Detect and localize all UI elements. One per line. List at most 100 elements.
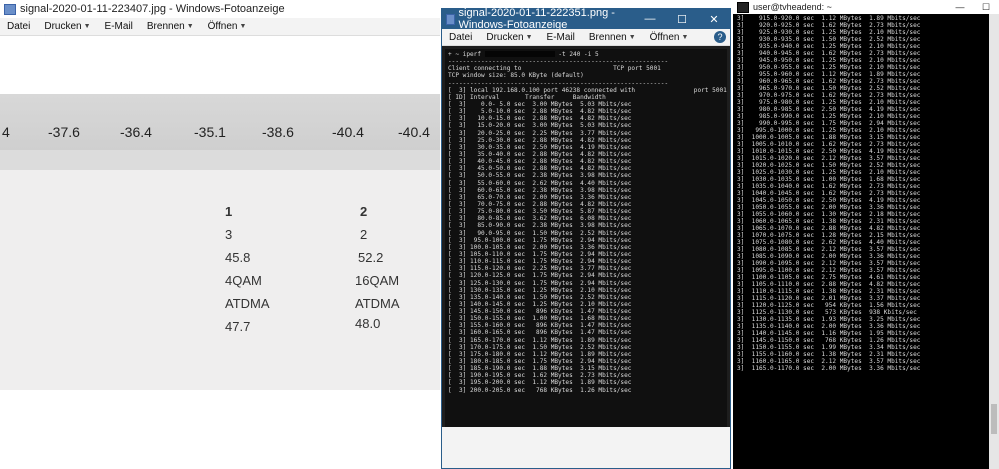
terminal-row: 3] 1120.0-1125.0 sec 954 KBytes 1.56 Mbi… (737, 302, 921, 309)
terminal-row: 3] 955.0-960.0 sec 1.12 MBytes 1.89 Mbit… (737, 71, 921, 78)
terminal-row: 3] 915.0-920.0 sec 1.12 MBytes 1.89 Mbit… (737, 15, 921, 22)
menu-drucken[interactable]: Drucken ▼ (479, 32, 539, 43)
prompt-line: + ~ iperf -t 240 -i 5 (448, 51, 599, 58)
terminal-row: [ 3] 180.0-185.0 sec 1.75 MBytes 2.94 Mb… (448, 358, 632, 366)
terminal-row: [ 3] 135.0-140.0 sec 1.50 MBytes 2.52 Mb… (448, 293, 632, 301)
photo-viewer-icon (4, 3, 16, 15)
terminal-row: 3] 1160.0-1165.0 sec 2.12 MBytes 3.57 Mb… (737, 358, 921, 365)
chevron-down-icon: ▼ (239, 23, 247, 30)
terminal-row: 3] 920.0-925.0 sec 1.62 MBytes 2.73 Mbit… (737, 22, 921, 29)
terminal-row: [ 3] 105.0-110.0 sec 1.75 MBytes 2.94 Mb… (448, 250, 632, 258)
terminal-row: [ 3] 175.0-180.0 sec 1.12 MBytes 1.89 Mb… (448, 350, 632, 358)
terminal-row: 3] 940.0-945.0 sec 1.62 MBytes 2.73 Mbit… (737, 50, 921, 57)
terminal-row: [ 3] 70.0-75.0 sec 2.88 MBytes 4.82 Mbit… (448, 200, 632, 208)
terminal-row: [ 3] 185.0-190.0 sec 1.88 MBytes 3.15 Mb… (448, 365, 632, 373)
terminal-row: 3] 1050.0-1055.0 sec 2.00 MBytes 3.36 Mb… (737, 204, 921, 211)
terminal-row: 3] 1135.0-1140.0 sec 2.00 MBytes 3.36 Mb… (737, 323, 921, 330)
terminal-row: 3] 1080.0-1085.0 sec 2.12 MBytes 3.57 Mb… (737, 246, 921, 253)
terminal-row: 3] 1045.0-1050.0 sec 2.50 MBytes 4.19 Mb… (737, 197, 921, 204)
terminal-row: 3] 1065.0-1070.0 sec 2.88 MBytes 4.82 Mb… (737, 225, 921, 232)
terminal-row: [ 3] 40.0-45.0 sec 2.88 MBytes 4.82 Mbit… (448, 158, 632, 166)
terminal-row: [ 3] 115.0-120.0 sec 2.25 MBytes 3.77 Mb… (448, 265, 632, 273)
terminal-row: [ 3] 165.0-170.0 sec 1.12 MBytes 1.89 Mb… (448, 336, 632, 344)
terminal-row: [ 3] 10.0-15.0 sec 2.88 MBytes 4.82 Mbit… (448, 115, 632, 123)
table-cell: 4QAM (225, 273, 262, 288)
terminal-window-right: user@tvheadend: ~ — ☐ 3] 915.0-920.0 sec… (733, 0, 999, 469)
terminal-row: [ 3] 35.0-40.0 sec 2.88 MBytes 4.82 Mbit… (448, 150, 632, 158)
terminal-row: [ 3] 15.0-20.0 sec 3.00 MBytes 5.03 Mbit… (448, 122, 632, 130)
terminal-header-line: [ ID] Interval Transfer Bandwidth (448, 93, 606, 101)
terminal-row: 3] 945.0-950.0 sec 1.25 MBytes 2.10 Mbit… (737, 57, 921, 64)
terminal-row: [ 3] 50.0-55.0 sec 2.38 MBytes 3.98 Mbit… (448, 172, 632, 180)
terminal-row: 3] 1110.0-1115.0 sec 1.38 MBytes 2.31 Mb… (737, 288, 921, 295)
terminal-row: 3] 960.0-965.0 sec 1.62 MBytes 2.73 Mbit… (737, 78, 921, 85)
photo-value: -38.6 (262, 124, 294, 140)
chevron-down-icon: ▼ (681, 33, 689, 41)
scrollbar[interactable] (989, 14, 999, 469)
terminal-row: [ 3] 75.0-80.0 sec 3.50 MBytes 5.87 Mbit… (448, 208, 632, 216)
terminal-row: 3] 1155.0-1160.0 sec 1.38 MBytes 2.31 Mb… (737, 351, 921, 358)
terminal-row: [ 3] 85.0-90.0 sec 2.38 MBytes 3.98 Mbit… (448, 222, 632, 230)
terminal-row: 3] 1140.0-1145.0 sec 1.16 MBytes 1.95 Mb… (737, 330, 921, 337)
terminal-header-line: Client connecting to TCP port 5001 (448, 65, 661, 73)
terminal-row: 3] 975.0-980.0 sec 1.25 MBytes 2.10 Mbit… (737, 99, 921, 106)
photo-viewer-icon (446, 13, 455, 25)
menu-datei[interactable]: Datei (0, 21, 37, 32)
terminal-row: 3] 1165.0-1170.0 sec 2.00 MBytes 3.36 Mb… (737, 365, 921, 372)
terminal-row: [ 3] 120.0-125.0 sec 1.75 MBytes 2.94 Mb… (448, 272, 632, 280)
terminal-row: [ 3] 100.0-105.0 sec 2.00 MBytes 3.36 Mb… (448, 243, 632, 251)
menu-bar: Datei Drucken ▼ E-Mail Brennen ▼ Öffnen ▼ (0, 18, 440, 36)
terminal-output: + ~ iperf -t 240 -i 5 ------------------… (445, 49, 727, 429)
table-header-1: 1 (225, 204, 233, 219)
terminal-row: 3] 1125.0-1130.0 sec 573 KBytes 938 Kbit… (737, 309, 917, 316)
title-bar: signal-2020-01-11-222351.png - Windows-F… (442, 7, 730, 31)
menu-datei[interactable]: Datei (442, 32, 479, 43)
terminal-row: [ 3] 145.0-150.0 sec 896 KBytes 1.47 Mbi… (448, 308, 632, 316)
menu-brennen[interactable]: Brennen ▼ (582, 32, 643, 43)
terminal-row: [ 3] 0.0- 5.0 sec 3.00 MBytes 5.03 Mbits… (448, 100, 632, 108)
terminal-row: 3] 1070.0-1075.0 sec 1.28 MBytes 2.15 Mb… (737, 232, 921, 239)
maximize-icon[interactable]: ☐ (666, 13, 698, 26)
minimize-icon[interactable]: — (947, 2, 973, 13)
minimize-icon[interactable]: — (634, 13, 666, 26)
terminal-row: 3] 1020.0-1025.0 sec 1.50 MBytes 2.52 Mb… (737, 162, 921, 169)
menu-oeffnen[interactable]: Öffnen ▼ (643, 32, 696, 43)
menu-bar: Datei Drucken ▼ E-Mail Brennen ▼ Öffnen ▼ ? (442, 29, 730, 46)
terminal-row: 3] 990.0-995.0 sec 1.75 MBytes 2.94 Mbit… (737, 120, 921, 127)
photo-viewer-window-middle: signal-2020-01-11-222351.png - Windows-F… (441, 7, 731, 469)
window-title: signal-2020-01-11-222351.png - Windows-F… (458, 7, 615, 31)
menu-drucken[interactable]: Drucken ▼ (37, 21, 97, 32)
terminal-row: [ 3] 60.0-65.0 sec 2.38 MBytes 3.98 Mbit… (448, 186, 632, 194)
terminal-output: 3] 915.0-920.0 sec 1.12 MBytes 1.89 Mbit… (737, 15, 987, 469)
scrollbar-thumb[interactable] (991, 404, 997, 434)
terminal-row: [ 3] 95.0-100.0 sec 1.75 MBytes 2.94 Mbi… (448, 236, 632, 244)
table-cell: 48.0 (355, 316, 381, 331)
terminal-row: [ 3] 195.0-200.0 sec 1.12 MBytes 1.89 Mb… (448, 379, 632, 387)
terminal-row: 3] 1095.0-1100.0 sec 2.12 MBytes 3.57 Mb… (737, 267, 921, 274)
terminal-row: 3] 1005.0-1010.0 sec 1.62 MBytes 2.73 Mb… (737, 141, 921, 148)
close-icon[interactable]: ✕ (698, 13, 730, 26)
terminal-row: 3] 1025.0-1030.0 sec 1.25 MBytes 2.10 Mb… (737, 169, 921, 176)
terminal-row: [ 3] 155.0-160.0 sec 896 KBytes 1.47 Mbi… (448, 322, 632, 330)
maximize-icon[interactable]: ☐ (973, 2, 999, 13)
terminal-row: [ 3] 110.0-115.0 sec 1.75 MBytes 2.94 Mb… (448, 258, 632, 266)
terminal-header-line: TCP window size: 85.0 KByte (default) (448, 72, 584, 80)
bottom-toolbar (442, 427, 730, 468)
menu-brennen[interactable]: Brennen ▼ (140, 21, 201, 32)
terminal-row: [ 3] 30.0-35.0 sec 2.50 MBytes 4.19 Mbit… (448, 143, 632, 151)
terminal-row: [ 3] 200.0-205.0 sec 768 KBytes 1.26 Mbi… (448, 386, 632, 394)
menu-oeffnen[interactable]: Öffnen ▼ (201, 21, 254, 32)
terminal-row: 3] 950.0-955.0 sec 1.25 MBytes 2.10 Mbit… (737, 64, 921, 71)
photo-value: 4 (2, 124, 10, 140)
terminal-row: 3] 1015.0-1020.0 sec 2.12 MBytes 3.57 Mb… (737, 155, 921, 162)
photo-image: 4 -37.6 -36.4 -35.1 -38.6 -40.4 -40.4 1 … (0, 94, 440, 390)
menu-email[interactable]: E-Mail (540, 32, 582, 43)
terminal-row: 3] 1040.0-1045.0 sec 1.62 MBytes 2.73 Mb… (737, 190, 921, 197)
table-cell: 47.7 (225, 319, 251, 334)
terminal-row: [ 3] 5.0-10.0 sec 2.88 MBytes 4.82 Mbits… (448, 108, 632, 116)
help-icon[interactable]: ? (714, 31, 726, 43)
menu-email[interactable]: E-Mail (98, 21, 140, 32)
photo-value: -37.6 (48, 124, 80, 140)
photo-value: -36.4 (120, 124, 152, 140)
terminal-row: 3] 1150.0-1155.0 sec 1.99 MBytes 3.34 Mb… (737, 344, 921, 351)
